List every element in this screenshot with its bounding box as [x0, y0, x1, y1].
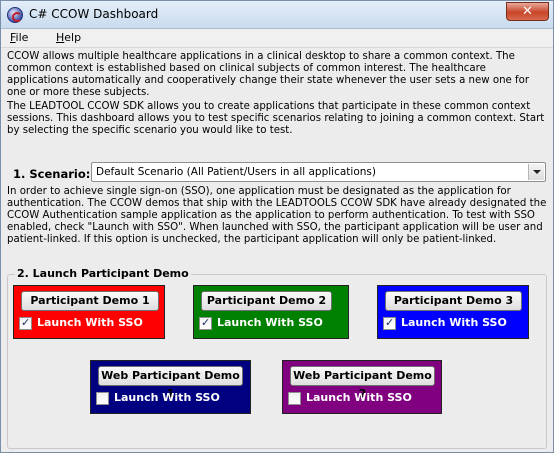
launch-group-title: 2. Launch Participant Demo — [15, 267, 191, 280]
sso-label: Launch With SSO — [217, 316, 323, 329]
check-icon: ✓ — [201, 316, 211, 329]
intro-paragraph-1: CCOW allows multiple healthcare applicat… — [7, 51, 530, 98]
app-window: C# CCOW Dashboard ✕ File Help CCOW allow… — [0, 0, 554, 453]
close-button[interactable]: ✕ — [506, 2, 549, 21]
sso-label: Launch With SSO — [37, 316, 143, 329]
scenario-label: 1. Scenario: — [13, 167, 91, 181]
sso-checkbox[interactable] — [288, 392, 301, 405]
participant-demo-1-button[interactable]: Participant Demo 1 — [21, 291, 159, 311]
intro-paragraph-2: The LEADTOOL CCOW SDK allows you to crea… — [7, 101, 545, 136]
sso-note: In order to achieve single sign-on (SSO)… — [7, 186, 547, 245]
title-bar[interactable]: C# CCOW Dashboard ✕ — [1, 1, 553, 29]
scenario-dropdown[interactable]: Default Scenario (All Patient/Users in a… — [91, 162, 546, 182]
web-participant-demo-2-panel: Web Participant Demo 2 Launch With SSO — [282, 360, 442, 414]
menu-file[interactable]: File — [10, 31, 28, 44]
check-icon: ✓ — [385, 316, 395, 329]
participant-demo-2-button[interactable]: Participant Demo 2 — [201, 291, 332, 311]
participant-demo-1-panel: Participant Demo 1 ✓ Launch With SSO — [13, 285, 165, 339]
scenario-selected-value: Default Scenario (All Patient/Users in a… — [96, 166, 376, 178]
sso-checkbox[interactable]: ✓ — [199, 316, 212, 330]
check-icon: ✓ — [21, 316, 31, 329]
sso-checkbox[interactable]: ✓ — [19, 316, 32, 330]
chevron-down-icon[interactable] — [528, 164, 544, 180]
web-participant-demo-2-button[interactable]: Web Participant Demo 2 — [290, 366, 435, 400]
menu-help[interactable]: Help — [56, 31, 81, 44]
menu-bar: File Help — [1, 29, 553, 48]
web-participant-demo-1-button[interactable]: Web Participant Demo 1 — [98, 366, 243, 400]
app-icon[interactable] — [7, 7, 23, 23]
sso-label: Launch With SSO — [306, 391, 412, 404]
sso-checkbox[interactable]: ✓ — [383, 316, 396, 330]
sso-checkbox[interactable] — [96, 392, 109, 405]
sso-label: Launch With SSO — [401, 316, 507, 329]
sso-label: Launch With SSO — [114, 391, 220, 404]
participant-demo-3-button[interactable]: Participant Demo 3 — [385, 291, 522, 311]
window-title: C# CCOW Dashboard — [29, 7, 159, 21]
web-participant-demo-1-panel: Web Participant Demo 1 Launch With SSO — [90, 360, 251, 414]
participant-demo-3-panel: Participant Demo 3 ✓ Launch With SSO — [377, 285, 529, 339]
participant-demo-2-panel: Participant Demo 2 ✓ Launch With SSO — [193, 285, 349, 339]
